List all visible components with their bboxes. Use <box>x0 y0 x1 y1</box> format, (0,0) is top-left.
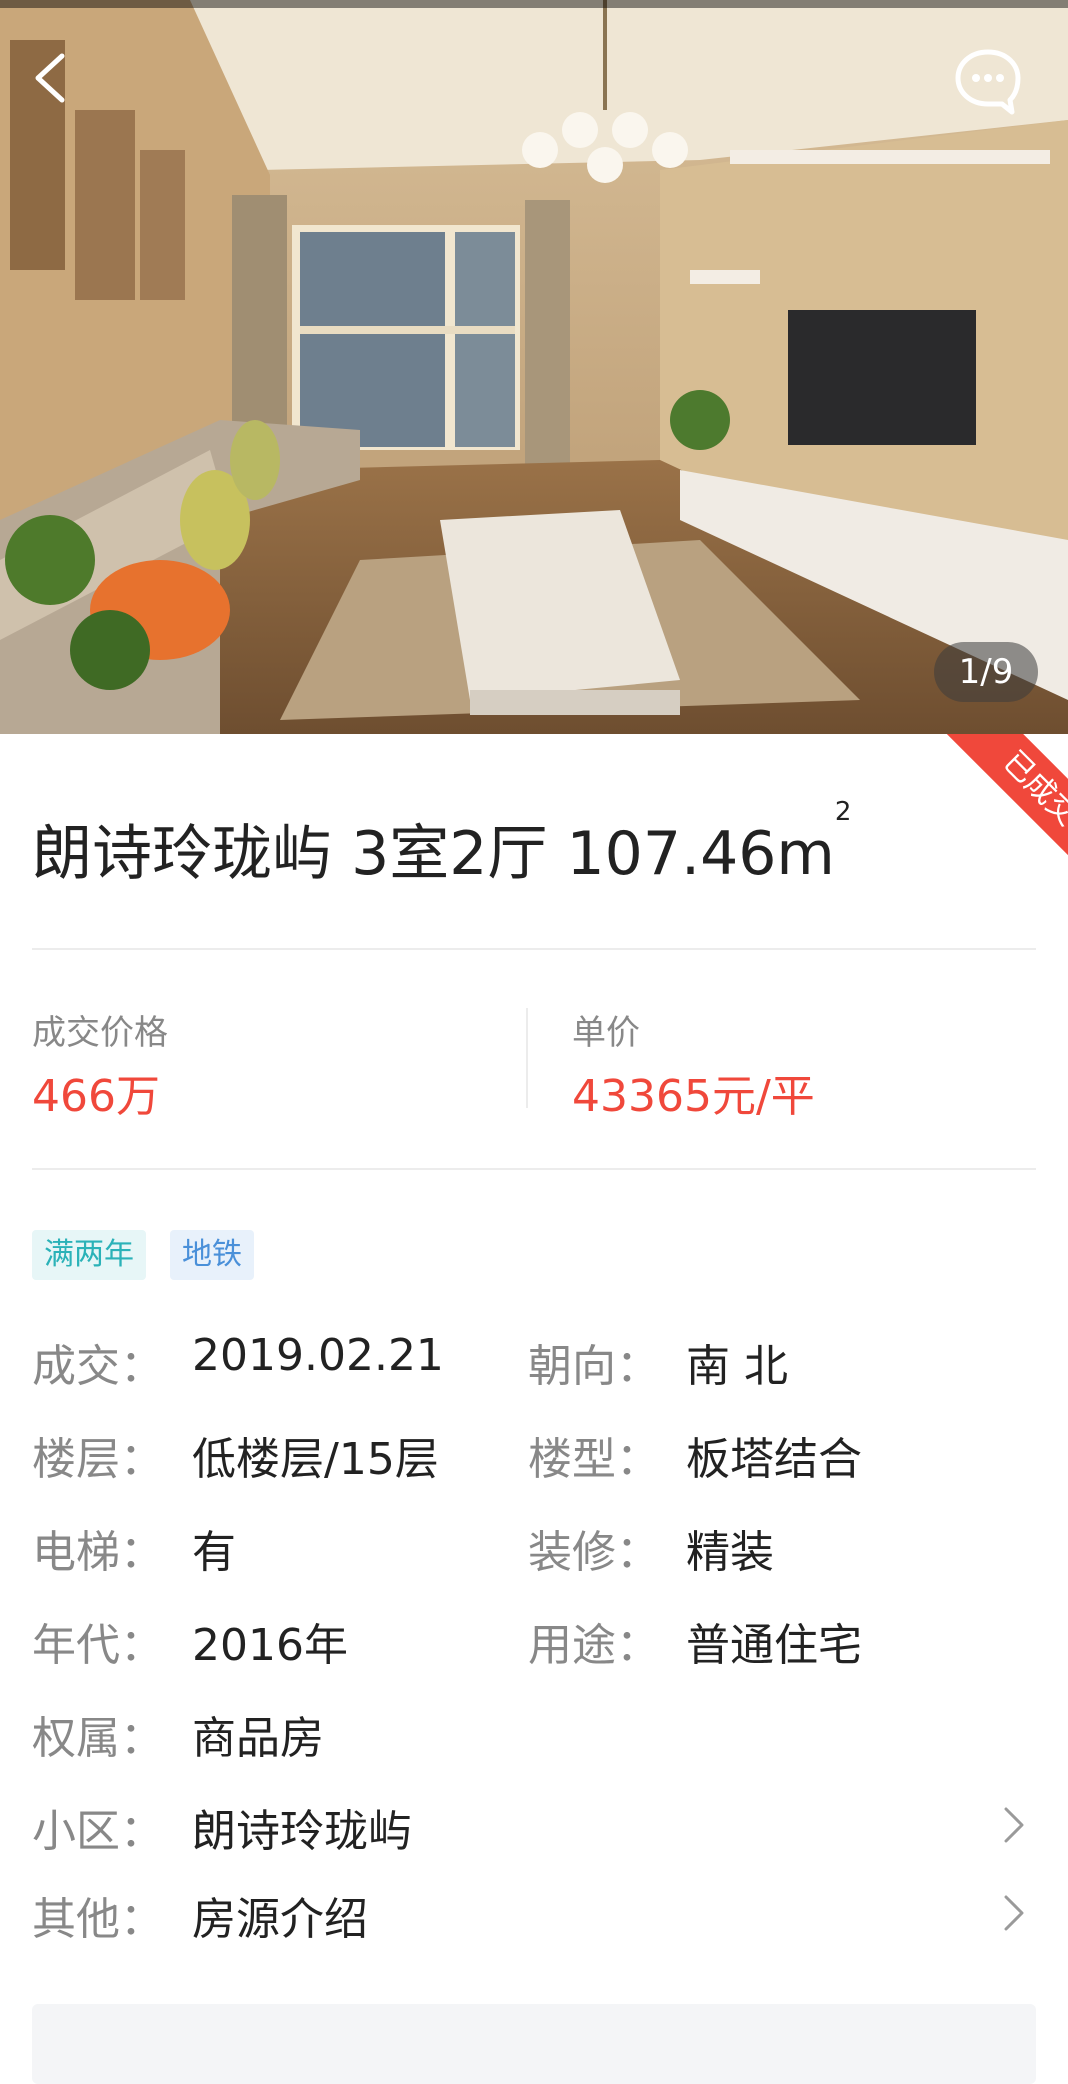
tag-subway: 地铁 <box>170 1230 254 1280</box>
community-value: 朗诗玲珑屿 <box>192 1806 412 1857</box>
listing-title-text: 朗诗玲珑屿 3室2厅 107.46m <box>32 819 835 889</box>
area-unit-superscript: 2 <box>834 797 852 827</box>
other-value: 房源介绍 <box>192 1894 368 1945</box>
chat-bubble-icon <box>955 49 1021 115</box>
divider <box>32 1168 1036 1170</box>
listing-title: 朗诗玲珑屿 3室2厅 107.46m2 <box>32 797 851 892</box>
living-room-photo <box>0 0 1068 734</box>
status-bar-shade <box>0 0 1068 8</box>
elevator-value: 有 <box>192 1527 236 1578</box>
deal-price-label: 成交价格 <box>32 1013 168 1053</box>
community-row[interactable]: 小区： 朗诗玲珑屿 <box>0 1780 1068 1870</box>
chevron-right-icon <box>1004 1895 1024 1931</box>
listing-intro-row[interactable]: 其他： 房源介绍 <box>0 1868 1068 1958</box>
other-label: 其他： <box>32 1894 164 1945</box>
listing-photo[interactable]: 1/9 <box>0 0 1068 734</box>
price-divider <box>526 1008 528 1108</box>
chevron-right-icon <box>1004 1807 1024 1843</box>
year-label: 年代： <box>32 1620 164 1671</box>
building-type-label: 楼型： <box>528 1434 660 1485</box>
orientation-value: 南 北 <box>686 1341 788 1392</box>
sold-ribbon: 已成交 <box>918 734 1068 869</box>
unit-price-value: 43365元/平 <box>572 1071 815 1122</box>
elevator-label: 电梯： <box>32 1527 164 1578</box>
chat-button[interactable] <box>952 44 1024 116</box>
deal-date-value: 2019.02.21 <box>192 1330 444 1381</box>
floor-label: 楼层： <box>32 1434 164 1485</box>
community-label: 小区： <box>32 1806 164 1857</box>
deal-date-label: 成交： <box>32 1341 164 1392</box>
ownership-value: 商品房 <box>192 1713 324 1764</box>
tag-two-years: 满两年 <box>32 1230 146 1280</box>
chevron-left-icon <box>35 53 65 103</box>
deal-price-value: 466万 <box>32 1071 160 1122</box>
bottom-card <box>32 2004 1036 2084</box>
building-type-value: 板塔结合 <box>686 1434 862 1485</box>
divider <box>32 948 1036 950</box>
orientation-label: 朝向： <box>528 1341 660 1392</box>
unit-price-label: 单价 <box>572 1013 640 1053</box>
decoration-label: 装修： <box>528 1527 660 1578</box>
usage-value: 普通住宅 <box>686 1620 862 1671</box>
floor-value: 低楼层/15层 <box>192 1434 439 1485</box>
decoration-value: 精装 <box>686 1527 774 1578</box>
year-value: 2016年 <box>192 1620 348 1671</box>
ownership-label: 权属： <box>32 1713 164 1764</box>
photo-counter: 1/9 <box>934 642 1038 702</box>
back-button[interactable] <box>28 46 84 110</box>
usage-label: 用途： <box>528 1620 660 1671</box>
sold-ribbon-label: 已成交 <box>928 734 1068 869</box>
